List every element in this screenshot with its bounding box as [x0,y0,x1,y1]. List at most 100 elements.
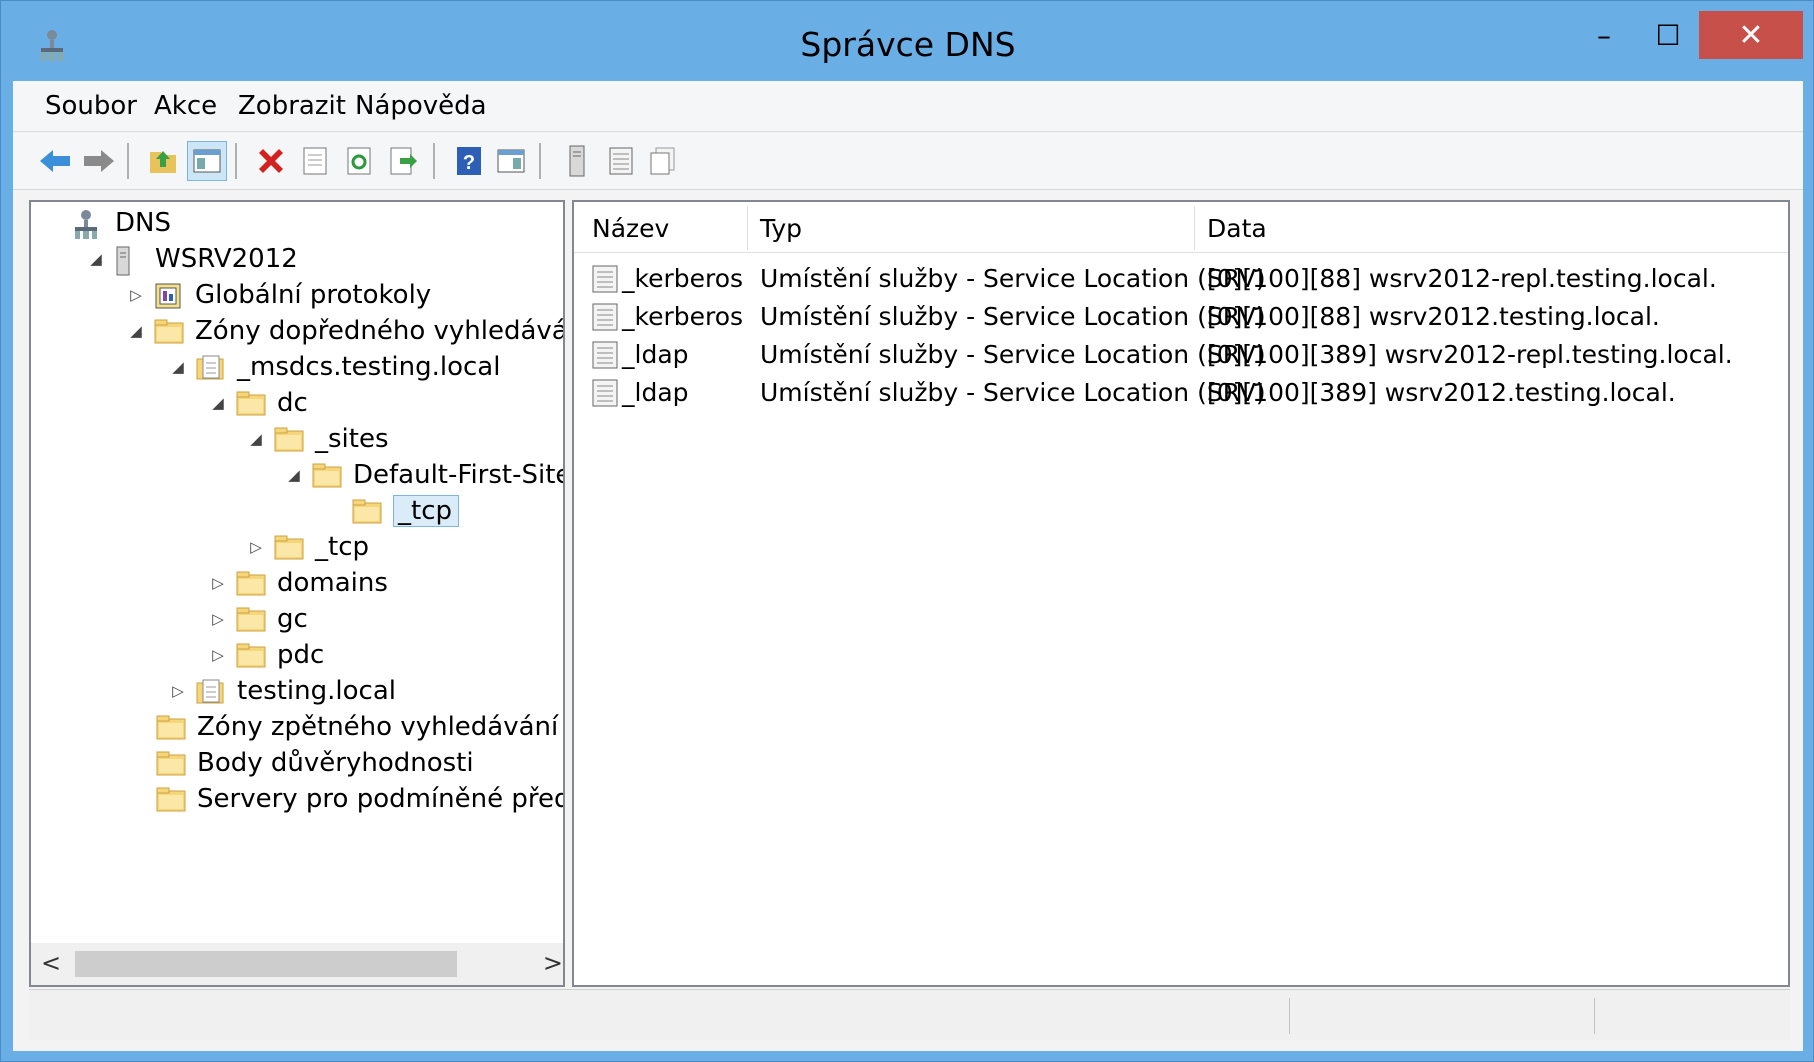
back-button[interactable] [35,141,75,181]
menu-soubor[interactable]: Soubor [39,89,143,123]
collapse-arrow-icon[interactable]: ◢ [85,248,107,270]
delete-x-icon [259,149,283,173]
record-data: [0][100][389] wsrv2012-repl.testing.loca… [1207,340,1733,369]
folder-icon [273,533,305,561]
tree-node[interactable]: ◢ _sites [245,420,388,458]
tree-node-label: Zóny dopředného vyhledávání [195,316,565,346]
column-header-data[interactable]: Data [1207,214,1267,243]
tree-node-label: _tcp [393,495,459,527]
forward-button[interactable] [79,141,119,181]
menu-bar: Soubor Akce Zobrazit Nápověda [13,81,1803,132]
record-name: _kerberos [622,302,744,331]
scrollbar-thumb[interactable] [75,951,457,977]
folder-icon [153,317,185,345]
tree-node[interactable]: _tcp [323,492,459,530]
folder-icon [273,425,305,453]
expand-arrow-icon[interactable]: ▷ [207,608,229,630]
dns-root-icon [73,209,105,239]
list-row[interactable]: _kerberos Umístění služby - Service Locat… [574,260,1788,298]
expand-arrow-icon[interactable]: ▷ [125,284,147,306]
refresh-button[interactable] [339,141,379,181]
tree-node[interactable]: Zóny zpětného vyhledávání [127,708,558,746]
console-tree-icon [193,149,221,173]
record-type: Umístění služby - Service Location (SRV) [760,302,1266,331]
record-type: Umístění služby - Service Location (SRV) [760,340,1266,369]
expand-arrow-icon[interactable]: ▷ [207,572,229,594]
tree-node[interactable]: ▷ _tcp [245,528,369,566]
tree-node[interactable]: ▷ Globální protokoly [125,276,431,314]
menu-napoveda[interactable]: Nápověda [349,89,493,123]
tree-node[interactable]: ◢ _msdcs.testing.local [167,348,500,386]
server-icon [113,245,145,276]
collapse-arrow-icon[interactable]: ◢ [125,320,147,342]
list-row[interactable]: _ldap Umístění služby - Service Location … [574,336,1788,374]
scroll-right-button[interactable]: > [543,949,563,977]
tree-node[interactable]: ▷ gc [207,600,308,638]
column-divider[interactable] [747,206,748,250]
column-header-nazev[interactable]: Název [592,214,669,243]
export-list-button[interactable] [383,141,423,181]
maximize-button[interactable]: ☐ [1637,11,1699,59]
tree-node-label: Zóny zpětného vyhledávání [197,712,559,742]
record-data: [0][100][389] wsrv2012.testing.local. [1207,378,1676,407]
tree-node-label: Body důvěryhodnosti [197,748,474,778]
tree-node[interactable]: ▷ testing.local [167,672,396,710]
tree-node[interactable]: Body důvěryhodnosti [127,744,474,782]
title-bar[interactable]: Správce DNS – ☐ ✕ [1,1,1814,87]
collapse-arrow-icon[interactable]: ◢ [207,392,229,414]
record-list-button[interactable] [601,141,641,181]
log-icon [153,281,185,309]
collapse-arrow-icon[interactable]: ◢ [283,464,305,486]
tree-node[interactable]: DNS [45,204,171,242]
column-header-typ[interactable]: Typ [760,214,802,243]
tree-node[interactable]: ◢ dc [207,384,308,422]
tree-node[interactable]: ◢ Default-First-Site [283,456,563,494]
horizontal-scrollbar[interactable]: < > [31,943,563,985]
tree-node[interactable]: ◢ WSRV2012 [85,240,298,278]
menu-akce[interactable]: Akce [148,89,223,123]
scroll-left-button[interactable]: < [41,949,61,977]
up-folder-button[interactable] [143,141,183,181]
collapse-arrow-icon[interactable]: ◢ [245,428,267,450]
show-hide-console-tree-button[interactable] [187,141,227,181]
toolbar: ? [13,133,1803,190]
column-divider[interactable] [1194,206,1195,250]
copy-button[interactable] [643,141,683,181]
window-title: Správce DNS [800,25,1016,64]
list-row[interactable]: _kerberos Umístění služby - Service Locat… [574,298,1788,336]
folder-icon [155,713,187,741]
expand-arrow-icon[interactable]: ▷ [167,680,189,702]
help-button[interactable]: ? [449,141,489,181]
svg-text:?: ? [463,152,475,174]
list-row[interactable]: _ldap Umístění služby - Service Location … [574,374,1788,412]
srv-record-icon [592,265,618,293]
copy-icon [650,147,675,175]
console-tree-pane[interactable]: DNS ◢ WSRV2012 ▷ Globální protokoly ◢ Zóny dop… [29,200,565,987]
properties-button[interactable] [295,141,335,181]
minimize-button[interactable]: – [1571,11,1637,59]
folder-icon [155,749,187,777]
tree-node[interactable]: ◢ Zóny dopředného vyhledávání [125,312,565,350]
tree-node-label: domains [277,568,388,598]
tree-node[interactable]: Servery pro podmíněné předává [127,780,563,818]
show-hide-action-pane-button[interactable] [491,141,531,181]
help-icon: ? [457,147,481,175]
expand-arrow-icon[interactable]: ▷ [245,536,267,558]
records-list-pane[interactable]: Název Typ Data _kerberos Umístění služby … [572,200,1790,987]
close-button[interactable]: ✕ [1699,11,1803,59]
up-folder-icon [150,151,176,173]
toolbar-separator [235,143,237,179]
record-name: _ldap [622,340,689,369]
tree-node[interactable]: ▷ pdc [207,636,324,674]
delete-button[interactable] [251,141,291,181]
expand-arrow-icon[interactable]: ▷ [207,644,229,666]
collapse-arrow-icon[interactable]: ◢ [167,356,189,378]
tree-node[interactable]: ▷ domains [207,564,388,602]
folder-icon [155,785,187,813]
action-pane-icon [497,149,525,173]
server-button[interactable] [557,141,597,181]
menu-zobrazit[interactable]: Zobrazit [232,89,352,123]
